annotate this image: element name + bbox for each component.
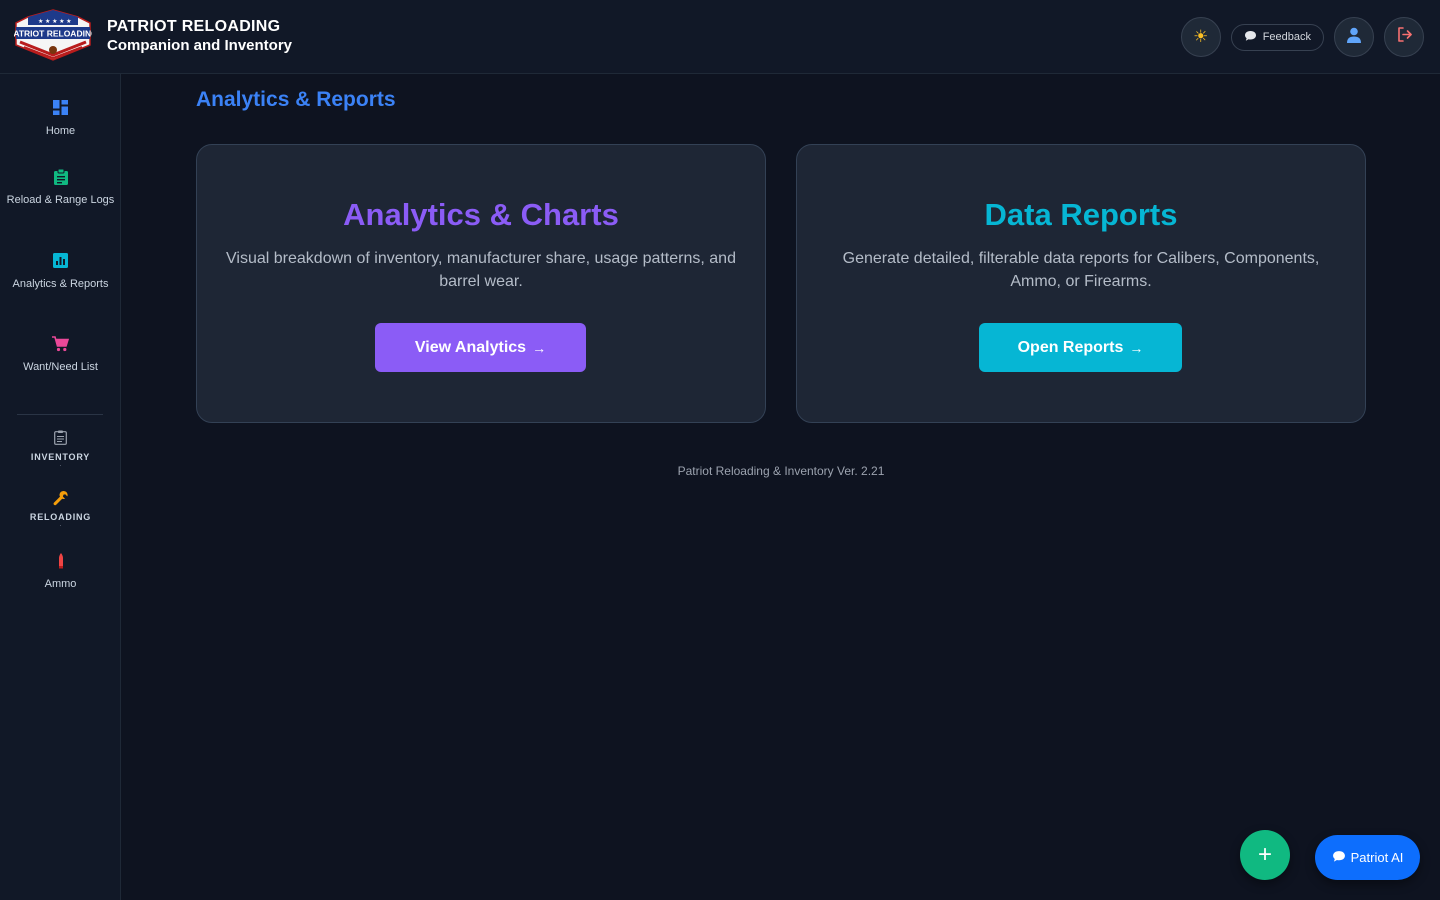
view-analytics-button[interactable]: View Analytics → [375, 323, 586, 372]
button-label: Open Reports [1017, 338, 1124, 356]
card-description: Visual breakdown of inventory, manufactu… [226, 250, 736, 290]
svg-text:PATRIOT RELOADING: PATRIOT RELOADING [14, 29, 92, 39]
chat-bubble-icon [1244, 30, 1257, 45]
arrow-right-icon: → [532, 339, 547, 356]
button-label: View Analytics [414, 338, 527, 356]
card-title: Data Reports [984, 197, 1178, 232]
data-reports-card: Data Reports Generate detailed, filterab… [796, 144, 1366, 423]
sidebar-item-label: Reload & Range Logs [6, 194, 115, 206]
add-fab-button[interactable]: + [1240, 830, 1290, 880]
inventory-icon [0, 430, 121, 450]
dashboard-icon [0, 100, 121, 120]
sidebar-item-label: Ammo [44, 578, 77, 590]
arrow-right-icon: → [1129, 339, 1144, 356]
header-actions: ☀ Feedback [1180, 16, 1424, 58]
user-icon [1345, 26, 1363, 49]
logout-button[interactable] [1384, 17, 1424, 57]
open-reports-button[interactable]: Open Reports → [979, 323, 1182, 372]
theme-toggle-button[interactable]: ☀ [1180, 17, 1221, 57]
analytics-charts-card: Analytics & Charts Visual breakdown of i… [196, 144, 766, 423]
card-description: Generate detailed, filterable data repor… [842, 250, 1320, 290]
chat-bubble-icon [1332, 850, 1346, 866]
version-text: Patriot Reloading & Inventory Ver. 2.21 [677, 464, 885, 478]
user-profile-button[interactable] [1334, 17, 1374, 57]
feedback-label: Feedback [1262, 31, 1311, 43]
brand-title: PATRIOT RELOADING [107, 18, 281, 35]
logout-icon [1396, 26, 1413, 48]
sidebar-item-home[interactable]: Home [0, 100, 121, 138]
bullet-icon [0, 553, 121, 573]
card-title: Analytics & Charts [343, 197, 619, 232]
plus-icon: + [1257, 841, 1272, 868]
svg-text:★ ★ ★ ★ ★: ★ ★ ★ ★ ★ [38, 18, 72, 25]
sidebar-item-want-need-list[interactable]: Want/Need List [0, 336, 121, 374]
sidebar-divider [17, 414, 103, 415]
chevron-down-icon: · [59, 521, 62, 530]
brand-logo[interactable]: ★ ★ ★ ★ ★ PATRIOT RELOADING [8, 9, 98, 61]
sidebar-item-analytics-reports[interactable]: Analytics & Reports [0, 253, 121, 291]
sun-icon: ☀ [1193, 27, 1209, 46]
patriot-ai-label: Patriot AI [1350, 850, 1404, 865]
sidebar-item-label: Analytics & Reports [12, 278, 109, 290]
sidebar: Home Reload & Range Logs Analytics & Rep… [0, 74, 121, 900]
sidebar-item-ammo[interactable]: Ammo [0, 553, 121, 591]
chevron-down-icon: · [59, 461, 62, 470]
clipboard-icon [0, 168, 121, 189]
sidebar-item-reload-range-logs[interactable]: Reload & Range Logs [0, 168, 121, 207]
cart-icon [0, 336, 121, 356]
patriot-ai-button[interactable]: Patriot AI [1315, 835, 1420, 880]
bar-chart-icon [0, 253, 121, 273]
sidebar-item-label: Want/Need List [23, 361, 98, 373]
sidebar-item-label: Home [45, 125, 76, 137]
brand-text: PATRIOT RELOADING Companion and Inventor… [107, 17, 292, 55]
page-title: Analytics & Reports [196, 88, 396, 111]
sidebar-group-reloading[interactable]: RELOADING · [0, 490, 121, 530]
sidebar-group-inventory[interactable]: INVENTORY · [0, 430, 121, 470]
wrench-icon [0, 490, 121, 510]
brand-subtitle: Companion and Inventory [107, 37, 293, 54]
feedback-button[interactable]: Feedback [1230, 23, 1324, 51]
app-header: ★ ★ ★ ★ ★ PATRIOT RELOADING PATRIOT RELO… [0, 0, 1440, 74]
